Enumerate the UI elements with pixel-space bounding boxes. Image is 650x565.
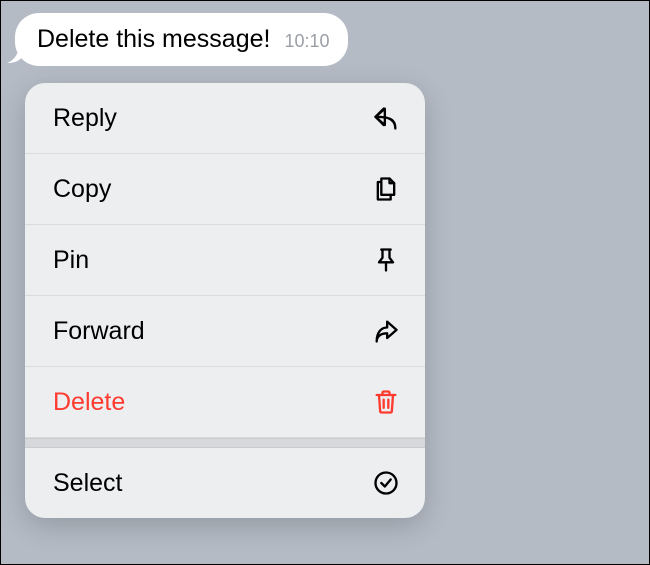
menu-label-delete: Delete [53,388,125,417]
menu-separator [25,438,425,448]
menu-item-forward[interactable]: Forward [25,296,425,367]
menu-item-copy[interactable]: Copy [25,154,425,225]
menu-label-reply: Reply [53,104,117,133]
menu-item-reply[interactable]: Reply [25,83,425,154]
pin-icon [371,245,401,275]
menu-item-delete[interactable]: Delete [25,367,425,438]
reply-icon [371,103,401,133]
menu-label-forward: Forward [53,317,145,346]
check-circle-icon [371,468,401,498]
menu-label-copy: Copy [53,175,111,204]
copy-icon [371,174,401,204]
menu-item-pin[interactable]: Pin [25,225,425,296]
context-menu: Reply Copy Pin Forward Delete [25,83,425,518]
message-time: 10:10 [284,31,329,52]
menu-label-select: Select [53,469,122,498]
forward-icon [371,316,401,346]
trash-icon [371,387,401,417]
message-bubble[interactable]: Delete this message! 10:10 [15,13,348,66]
menu-label-pin: Pin [53,246,89,275]
menu-item-select[interactable]: Select [25,448,425,518]
message-text: Delete this message! [37,25,270,54]
